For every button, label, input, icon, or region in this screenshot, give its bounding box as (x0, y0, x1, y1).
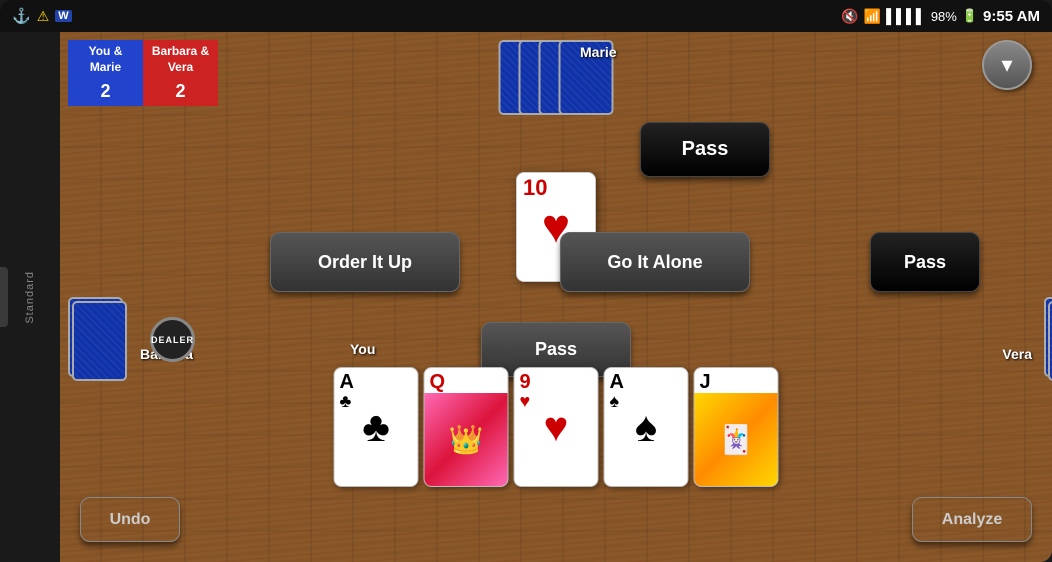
phone-frame: ⚓ ⚠ W 🔇 📶 ▌▌▌▌ 98% 🔋 9:55 AM Standard ▾ (0, 0, 1052, 562)
warning-icon: ⚠ (37, 8, 50, 25)
player-hand: A ♣ ♣ Q ♥ 👑 9 ♥ ♥ A ♠ ♠ (334, 367, 779, 487)
wifi-icon: 📶 (864, 8, 881, 25)
card-rank: J (700, 372, 773, 392)
usb-icon: ⚓ (12, 7, 31, 25)
game-area: ▾ You &Marie 2 Barbara &Vera 2 Marie Pas… (60, 32, 1052, 562)
card-center-symbol: ♣ (362, 403, 390, 451)
card-nine-hearts[interactable]: 9 ♥ ♥ (514, 367, 599, 487)
card-rank: Q (430, 372, 503, 392)
side-notch (0, 267, 8, 327)
player-vera-label: Vera (1002, 346, 1032, 362)
card-center-symbol: ♥ (544, 403, 569, 451)
dealer-badge: DEALER (150, 317, 195, 362)
vera-card-2 (1048, 301, 1052, 381)
card-jack-spades[interactable]: J ♠ 🃏 (694, 367, 779, 487)
barbara-card-2 (72, 301, 127, 381)
standard-label: Standard (24, 271, 36, 324)
team1-score: 2 (69, 78, 142, 105)
card-center-symbol: ♠ (635, 403, 657, 451)
team1-score-col: You &Marie 2 (68, 40, 143, 106)
time-display: 9:55 AM (983, 8, 1040, 25)
dealer-label: DEALER (151, 335, 194, 345)
scoreboard: You &Marie 2 Barbara &Vera 2 (68, 40, 218, 106)
status-bar: ⚓ ⚠ W 🔇 📶 ▌▌▌▌ 98% 🔋 9:55 AM (0, 0, 1052, 32)
marie-pass-button[interactable]: Pass (640, 122, 770, 177)
signal-icon: ▌▌▌▌ (886, 8, 926, 24)
card-ace-clubs[interactable]: A ♣ ♣ (334, 367, 419, 487)
order-it-up-button[interactable]: Order It Up (270, 232, 460, 292)
battery-icon: 🔋 (962, 8, 978, 24)
chevron-down-icon: ▾ (1001, 52, 1012, 78)
queen-face: 👑 (425, 393, 508, 486)
status-icons-left: ⚓ ⚠ W (12, 7, 72, 25)
status-icons-right: 🔇 📶 ▌▌▌▌ 98% 🔋 9:55 AM (841, 8, 1040, 25)
team2-score: 2 (144, 78, 217, 105)
battery-percent: 98% (931, 9, 957, 24)
player-marie-label: Marie (580, 44, 617, 60)
mute-icon: 🔇 (841, 8, 858, 25)
card-rank: A (610, 372, 683, 392)
center-card-rank: 10 (523, 177, 547, 199)
word-icon: W (55, 10, 71, 22)
card-queen-hearts[interactable]: Q ♥ 👑 (424, 367, 509, 487)
team1-label: You &Marie (69, 41, 142, 78)
settings-button[interactable]: ▾ (982, 40, 1032, 90)
card-rank: 9 (520, 372, 593, 392)
team2-score-col: Barbara &Vera 2 (143, 40, 218, 106)
analyze-button[interactable]: Analyze (912, 497, 1032, 542)
pass-right-button[interactable]: Pass (870, 232, 980, 292)
card-rank: A (340, 372, 413, 392)
team2-label: Barbara &Vera (144, 41, 217, 78)
player-you-label: You (350, 341, 375, 357)
jack-face: 🃏 (695, 393, 778, 486)
undo-button[interactable]: Undo (80, 497, 180, 542)
card-ace-spades[interactable]: A ♠ ♠ (604, 367, 689, 487)
left-sidebar: Standard (0, 32, 60, 562)
go-it-alone-button[interactable]: Go It Alone (560, 232, 750, 292)
